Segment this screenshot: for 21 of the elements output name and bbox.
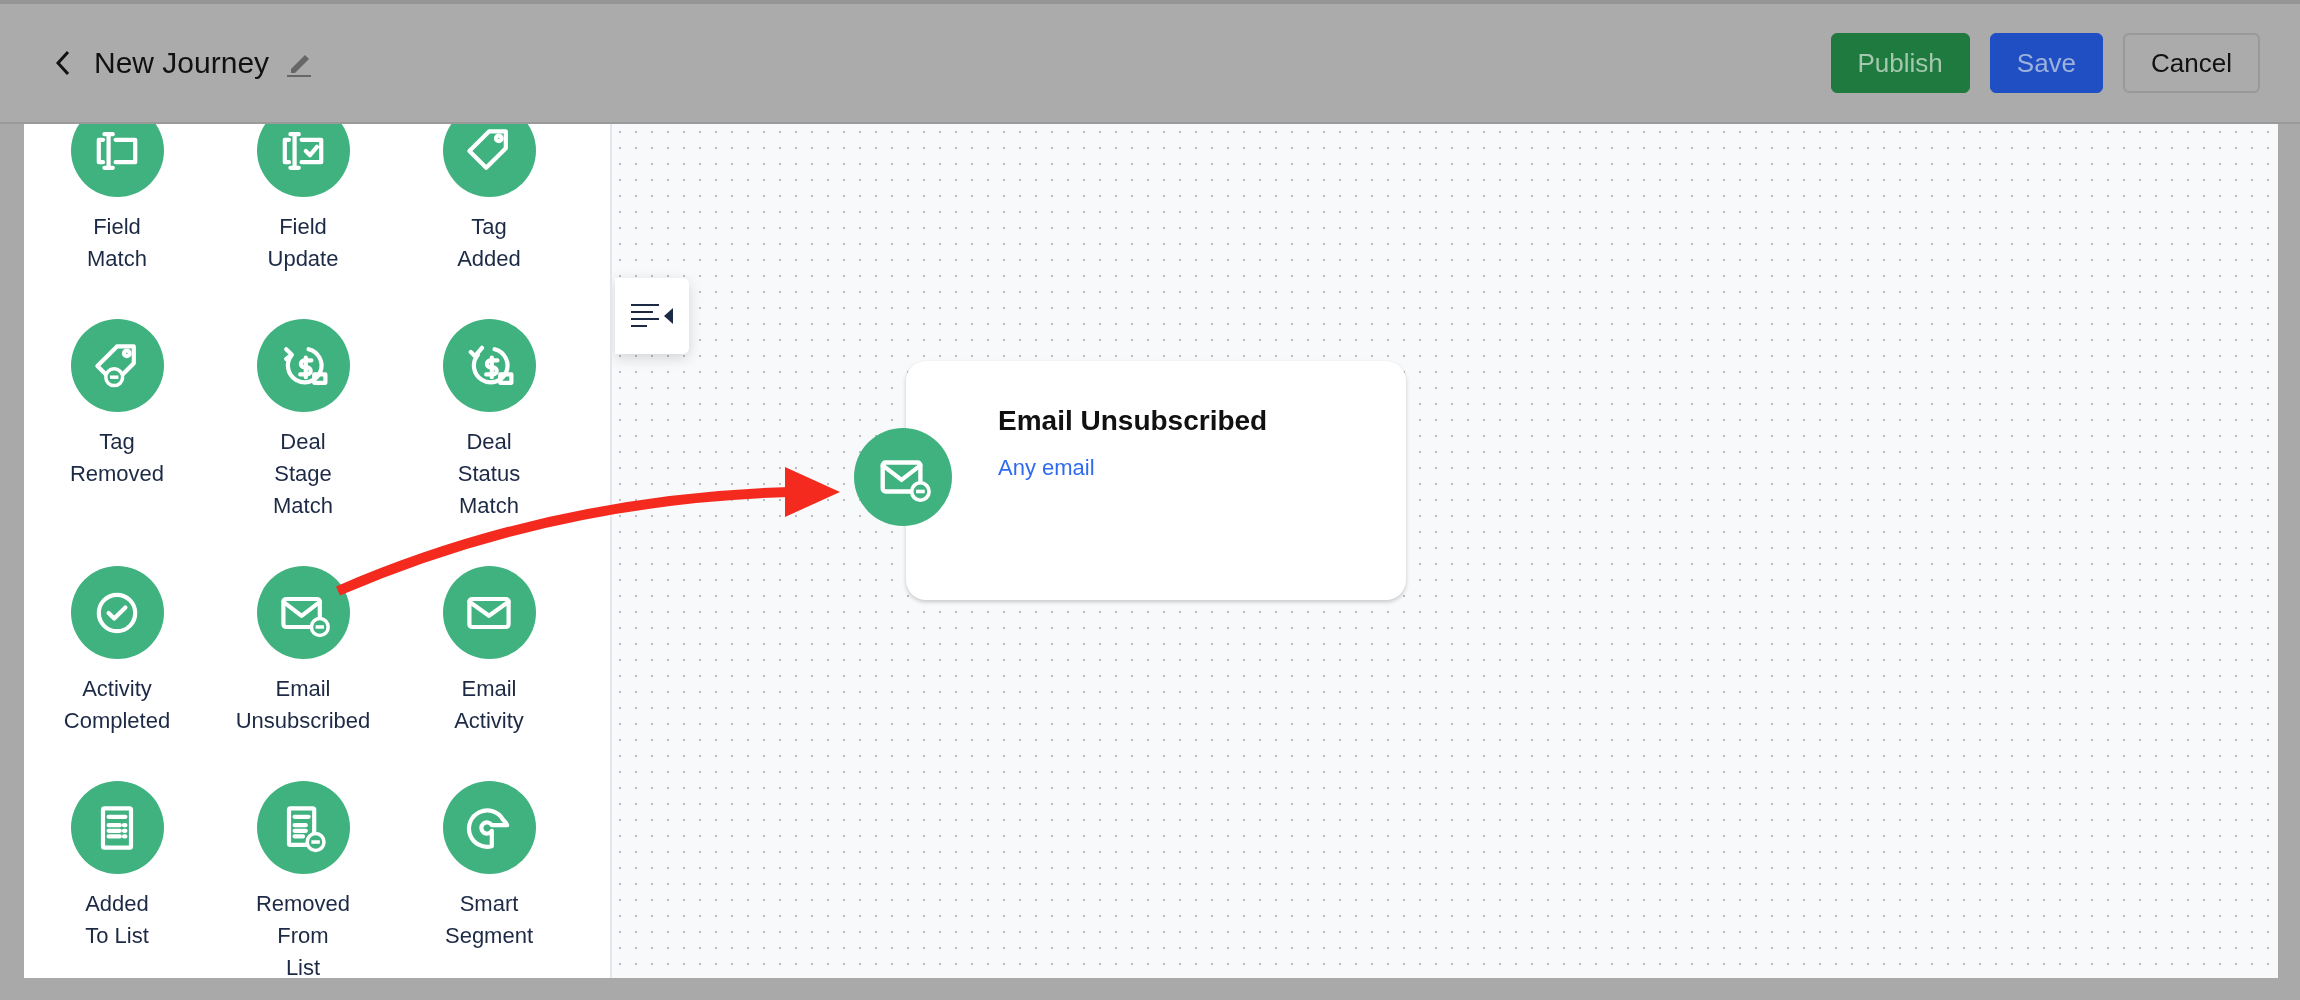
- trigger-label: Activity Completed: [63, 675, 171, 735]
- node-title: Email Unsubscribed: [998, 405, 1269, 437]
- trigger-label: Field Update: [267, 213, 339, 273]
- trigger-node-card[interactable]: Email Unsubscribed Any email: [906, 361, 1406, 600]
- trigger-label: Field Match: [87, 213, 147, 273]
- save-button[interactable]: Save: [1989, 33, 2104, 93]
- trigger-label: Email Unsubscribed: [235, 675, 371, 735]
- trigger-label: Deal Status Match: [457, 428, 521, 520]
- cancel-button[interactable]: Cancel: [2123, 33, 2260, 93]
- trigger-label: Added To List: [85, 890, 149, 950]
- trigger-label: Removed From List: [255, 890, 351, 978]
- trigger-label: Tag Added: [457, 213, 521, 273]
- node-subtitle-link[interactable]: Any email: [998, 455, 1406, 481]
- panel-toggle-button[interactable]: [615, 278, 689, 354]
- trigger-label: Deal Stage Match: [273, 428, 333, 520]
- publish-button[interactable]: Publish: [1830, 33, 1970, 93]
- collapse-icon: [629, 302, 675, 330]
- trigger-label: Tag Removed: [69, 428, 165, 488]
- trigger-label: Smart Segment: [444, 890, 534, 950]
- journey-title: New Journey: [94, 46, 270, 80]
- trigger-label: Email Activity: [454, 675, 524, 735]
